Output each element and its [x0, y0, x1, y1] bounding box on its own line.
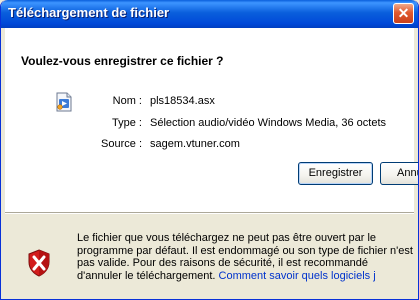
file-source-label: Source :	[101, 138, 142, 150]
window-title: Téléchargement de fichier	[8, 5, 170, 20]
close-button[interactable]: ✕	[393, 3, 414, 24]
title-bar[interactable]: Téléchargement de fichier ✕	[1, 0, 418, 28]
learn-more-link[interactable]: Comment savoir quels logiciels j	[219, 270, 376, 282]
dialog-question: Voulez-vous enregistrer ce fichier ?	[21, 54, 224, 68]
security-warning: Le fichier que vous téléchargez ne peut …	[5, 213, 414, 299]
file-name-value: pls18534.asx	[150, 95, 215, 107]
security-shield-icon	[28, 249, 50, 277]
file-type-value: Sélection audio/vidéo Windows Media, 36 …	[150, 117, 387, 129]
close-icon: ✕	[397, 5, 410, 21]
cancel-button[interactable]: Annuler	[380, 162, 418, 185]
save-button[interactable]: Enregistrer	[298, 162, 373, 185]
windows-media-file-icon	[56, 92, 72, 112]
file-name-label: Nom :	[112, 95, 142, 107]
download-dialog-window: Téléchargement de fichier ✕ Voulez-vous …	[0, 0, 419, 300]
file-info-panel: Voulez-vous enregistrer ce fichier ? Nom…	[5, 28, 418, 213]
warning-message: Le fichier que vous téléchargez ne peut …	[77, 232, 413, 282]
file-source-value: sagem.vtuner.com	[150, 138, 240, 150]
file-type-label: Type :	[112, 117, 142, 129]
